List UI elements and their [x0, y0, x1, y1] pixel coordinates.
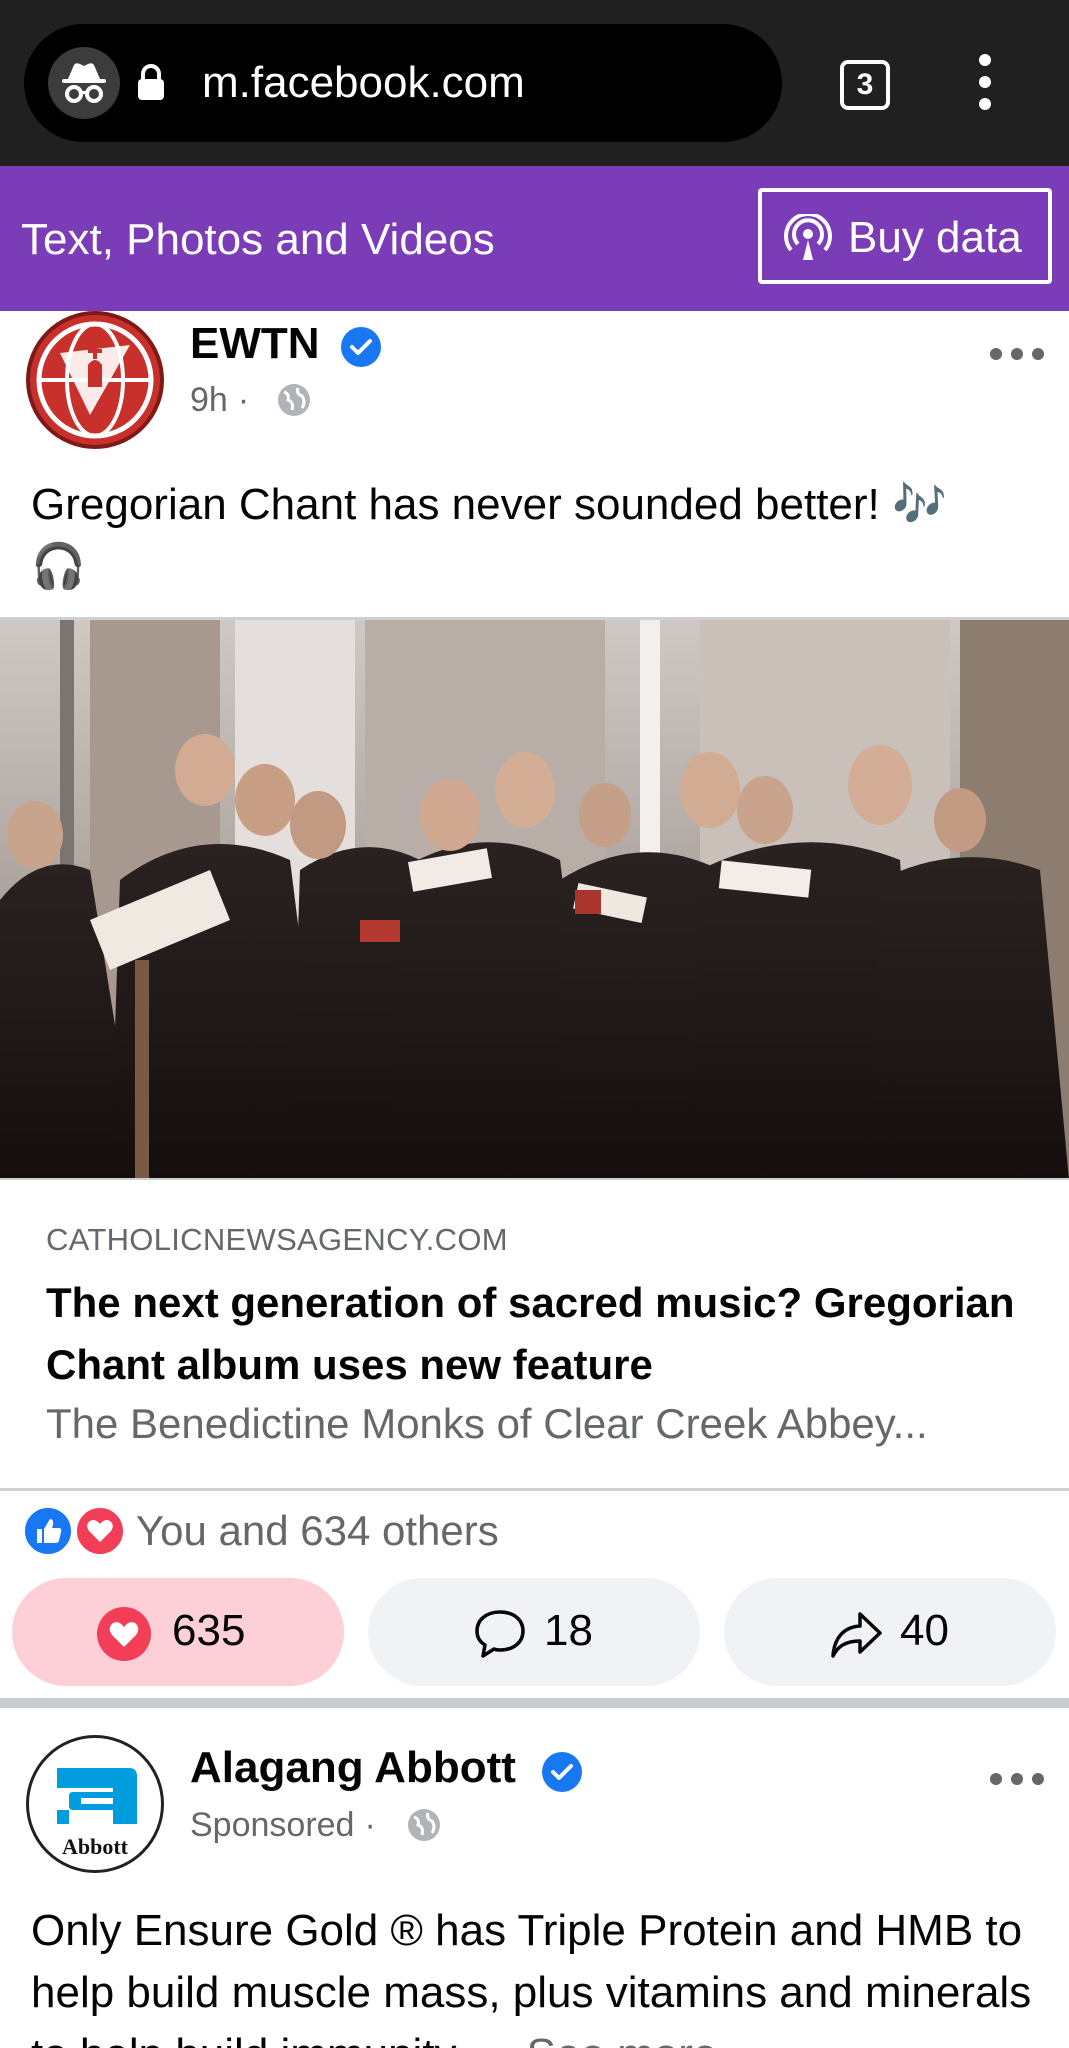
see-more-link[interactable]: ... See more	[478, 2030, 718, 2048]
meta-separator: ·	[237, 381, 250, 419]
abbott-avatar[interactable]: Abbott	[26, 1735, 164, 1873]
comment-button[interactable]: 18	[368, 1578, 700, 1686]
like-count: 635	[172, 1606, 246, 1655]
like-icon	[22, 1505, 74, 1557]
buy-data-button[interactable]: Buy data	[758, 188, 1052, 284]
link-preview-image[interactable]	[0, 620, 1069, 1180]
headphones-emoji: 🎧	[31, 542, 86, 591]
address-bar[interactable]: m.facebook.com	[24, 24, 782, 142]
link-description: The Benedictine Monks of Clear Creek Abb…	[46, 1400, 928, 1447]
link-domain: CATHOLICNEWSAGENCY.COM	[46, 1222, 508, 1257]
link-title[interactable]: The next generation of sacred music? Gre…	[46, 1272, 1026, 1396]
data-plan-banner: Text, Photos and Videos Buy data	[0, 166, 1069, 311]
page-name[interactable]: Alagang Abbott	[190, 1742, 516, 1794]
sponsored-label[interactable]: Sponsored	[190, 1806, 354, 1844]
url-text[interactable]: m.facebook.com	[202, 56, 525, 110]
abbott-logo-text: Abbott	[61, 1834, 128, 1859]
like-button[interactable]: 635	[12, 1578, 344, 1686]
lock-icon	[138, 64, 164, 100]
page-name[interactable]: EWTN	[190, 318, 320, 370]
reactions-text[interactable]: You and 634 others	[136, 1505, 499, 1557]
share-button[interactable]: 40	[724, 1578, 1056, 1686]
divider	[0, 1488, 1069, 1491]
ewtn-avatar[interactable]	[26, 311, 164, 449]
post-text: Only Ensure Gold ® has Triple Protein an…	[31, 1900, 1041, 2048]
post-time[interactable]: 9h	[190, 381, 228, 419]
incognito-icon[interactable]	[48, 47, 120, 119]
globe-icon	[408, 1809, 440, 1841]
post-text-body: Only Ensure Gold ® has Triple Protein an…	[31, 1906, 1032, 2048]
verified-badge-icon	[542, 1752, 582, 1792]
post-meta: 9h ·	[190, 380, 259, 420]
comment-count: 18	[544, 1606, 593, 1655]
music-notes-emoji: 🎶	[892, 480, 947, 529]
globe-icon	[278, 384, 310, 416]
post-meta: Sponsored ·	[190, 1805, 386, 1845]
share-icon	[831, 1612, 882, 1658]
tabs-icon[interactable]: 3	[840, 60, 890, 110]
post-text: Gregorian Chant has never sounded better…	[31, 474, 1041, 598]
verified-badge-icon	[341, 327, 381, 367]
more-horizontal-icon[interactable]	[990, 348, 1044, 362]
love-icon	[74, 1505, 126, 1557]
share-count: 40	[900, 1606, 949, 1655]
love-icon	[97, 1607, 151, 1661]
comment-icon	[475, 1610, 525, 1658]
meta-separator: ·	[364, 1806, 376, 1844]
banner-text: Text, Photos and Videos	[21, 215, 495, 264]
kebab-menu-icon[interactable]	[970, 54, 1000, 114]
more-horizontal-icon[interactable]	[990, 1773, 1044, 1787]
link-preview[interactable]: CATHOLICNEWSAGENCY.COM The next generati…	[0, 1180, 1069, 1490]
post-text-body: Gregorian Chant has never sounded better…	[31, 480, 880, 529]
buy-data-label: Buy data	[848, 213, 1022, 262]
post-separator	[0, 1698, 1069, 1708]
broadcast-icon	[784, 214, 832, 260]
browser-toolbar: m.facebook.com 3	[0, 0, 1069, 166]
